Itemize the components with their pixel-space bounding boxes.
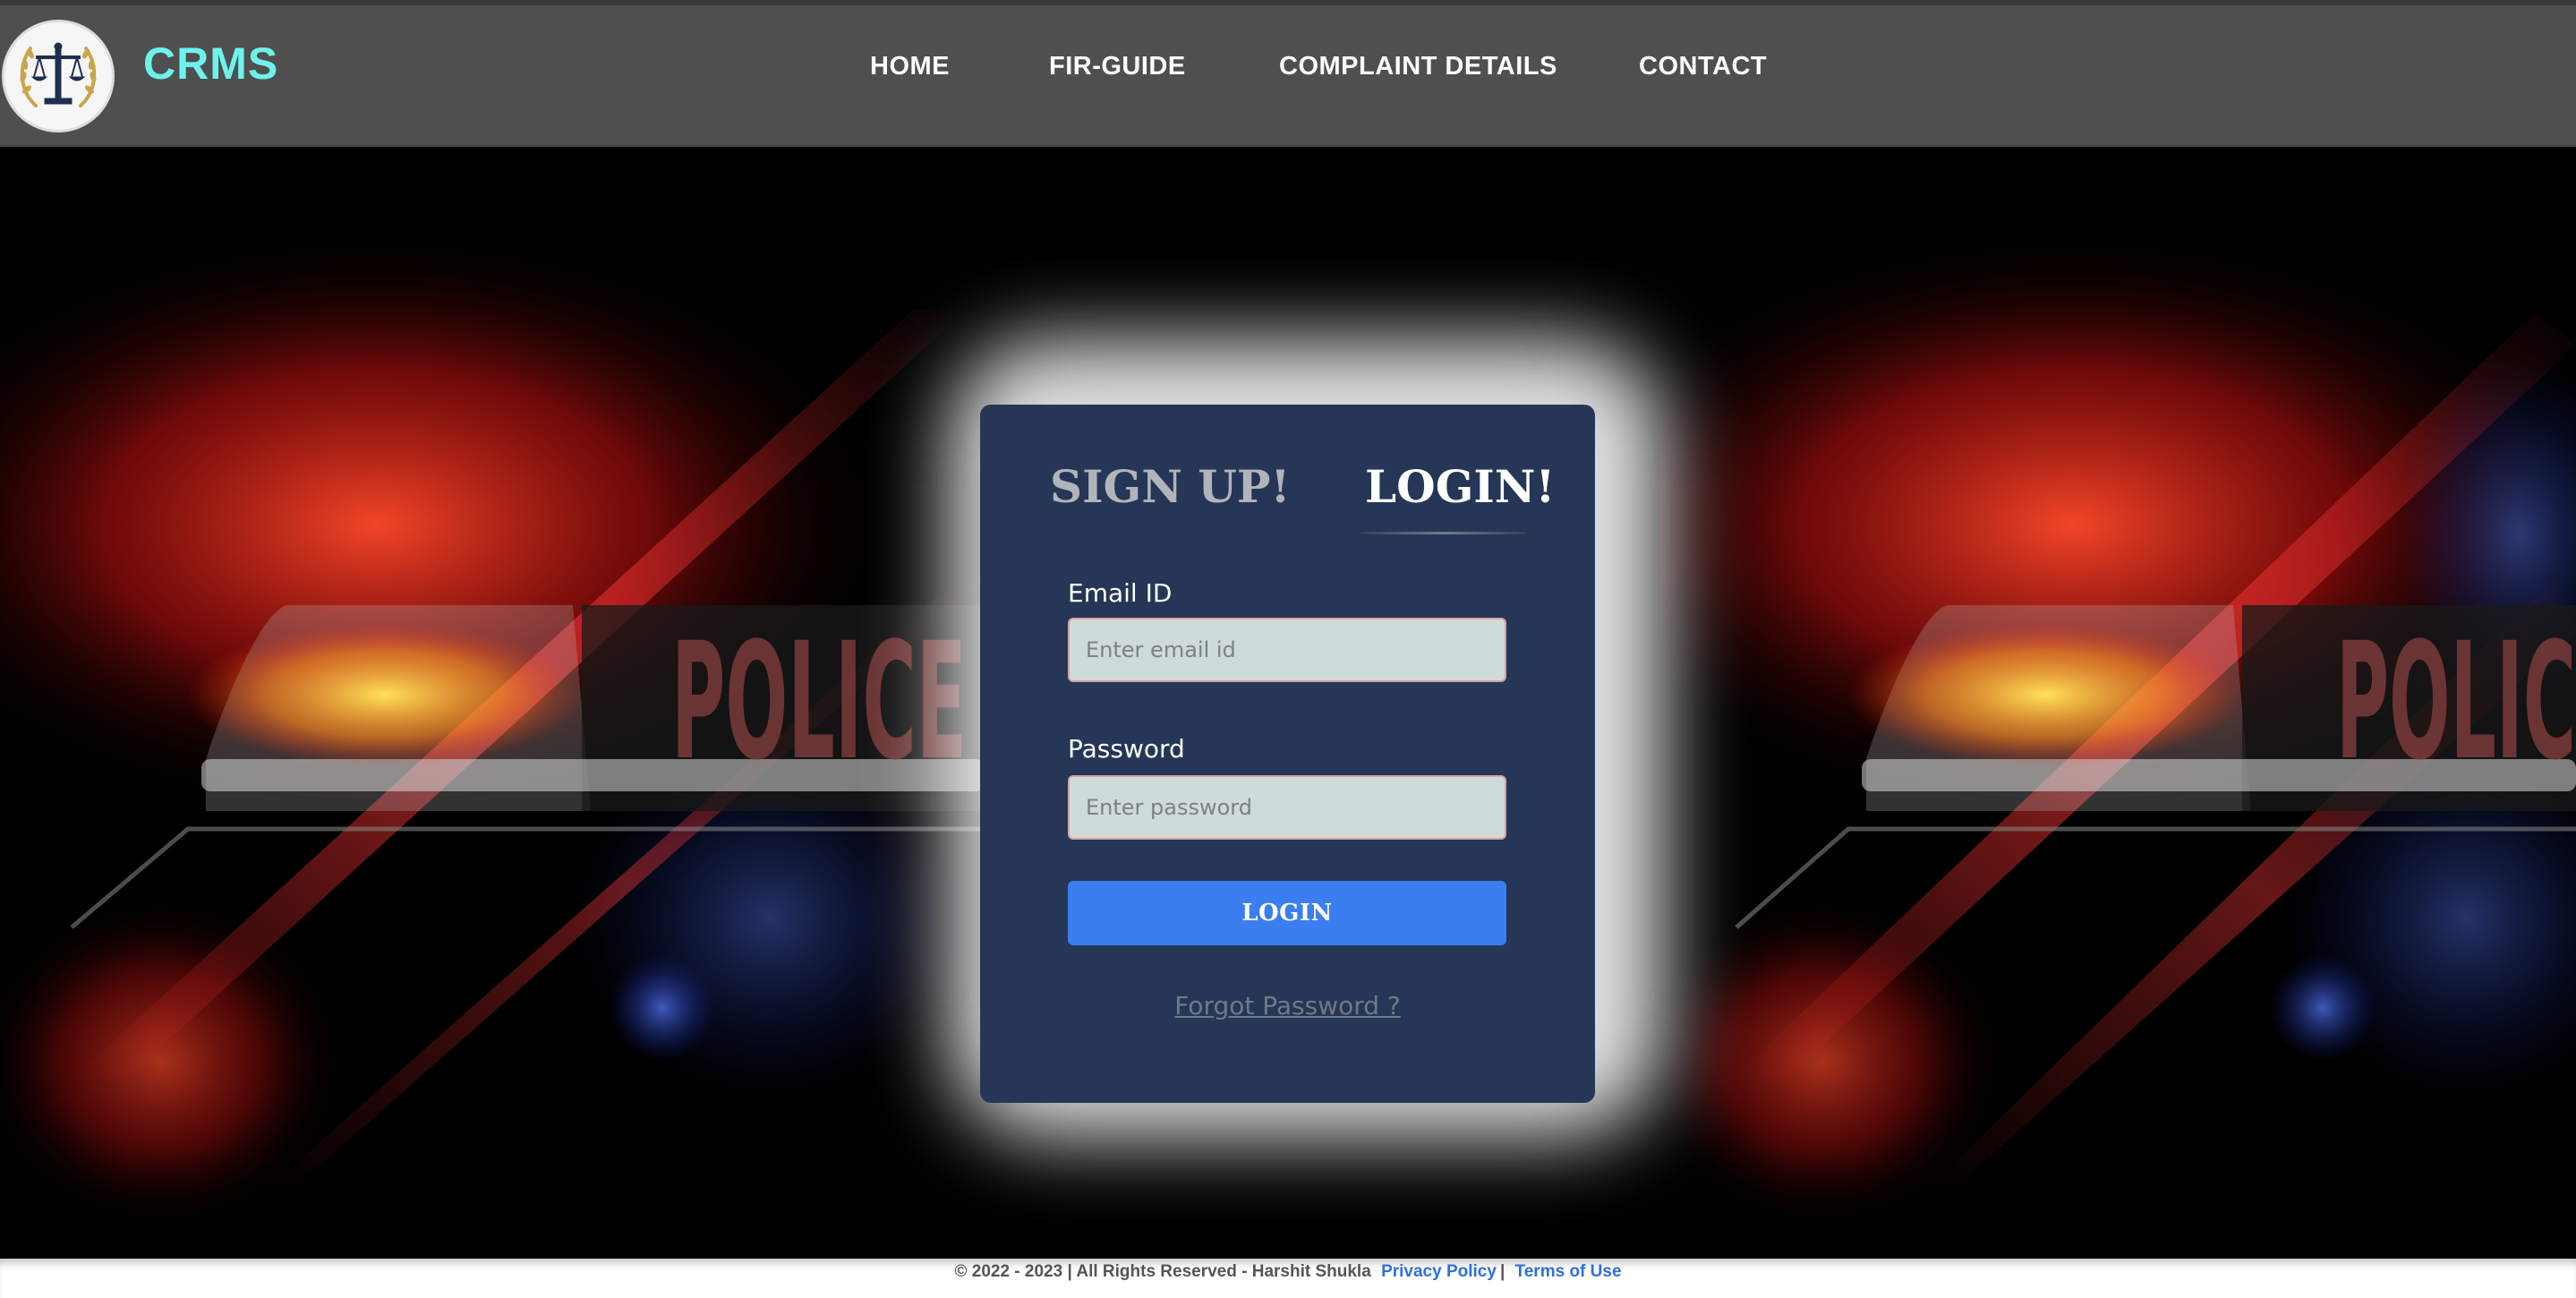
- nav-complaint-details[interactable]: COMPLAINT DETAILS: [1279, 52, 1557, 81]
- tab-login[interactable]: LOGIN!: [1365, 460, 1555, 513]
- footer-separator: |: [1499, 1262, 1506, 1281]
- forgot-password-link[interactable]: Forgot Password ?: [980, 991, 1595, 1020]
- police-light-image-left: POLICE: [0, 149, 985, 1259]
- tab-login-underline: [1361, 532, 1527, 534]
- police-sign-text-left: POLICE: [671, 609, 967, 796]
- auth-card: SIGN UP! LOGIN! Email ID Password LOGIN …: [980, 405, 1595, 1103]
- password-input[interactable]: [1068, 775, 1506, 840]
- email-input[interactable]: [1068, 618, 1506, 682]
- brand-title[interactable]: CRMS: [143, 38, 278, 90]
- footer: © 2022 - 2023 | All Rights Reserved - Ha…: [0, 1259, 2576, 1298]
- navbar: CRMS HOME FIR-GUIDE COMPLAINT DETAILS CO…: [0, 5, 2576, 147]
- scales-of-justice-logo-icon[interactable]: [2, 20, 115, 132]
- terms-of-use-link[interactable]: Terms of Use: [1515, 1262, 1622, 1281]
- nav-home[interactable]: HOME: [870, 52, 950, 81]
- login-button[interactable]: LOGIN: [1068, 881, 1506, 945]
- footer-copyright: © 2022 - 2023 | All Rights Reserved - Ha…: [954, 1262, 1371, 1281]
- nav-fir-guide[interactable]: FIR-GUIDE: [1049, 52, 1186, 81]
- police-sign-text-right: POLIC: [2336, 609, 2576, 796]
- email-label: Email ID: [1068, 578, 1173, 608]
- nav-contact[interactable]: CONTACT: [1639, 52, 1767, 81]
- tab-signup[interactable]: SIGN UP!: [1050, 460, 1290, 513]
- password-label: Password: [1068, 734, 1185, 764]
- privacy-policy-link[interactable]: Privacy Policy: [1381, 1262, 1497, 1281]
- police-light-image-right: POLIC: [1571, 149, 2576, 1259]
